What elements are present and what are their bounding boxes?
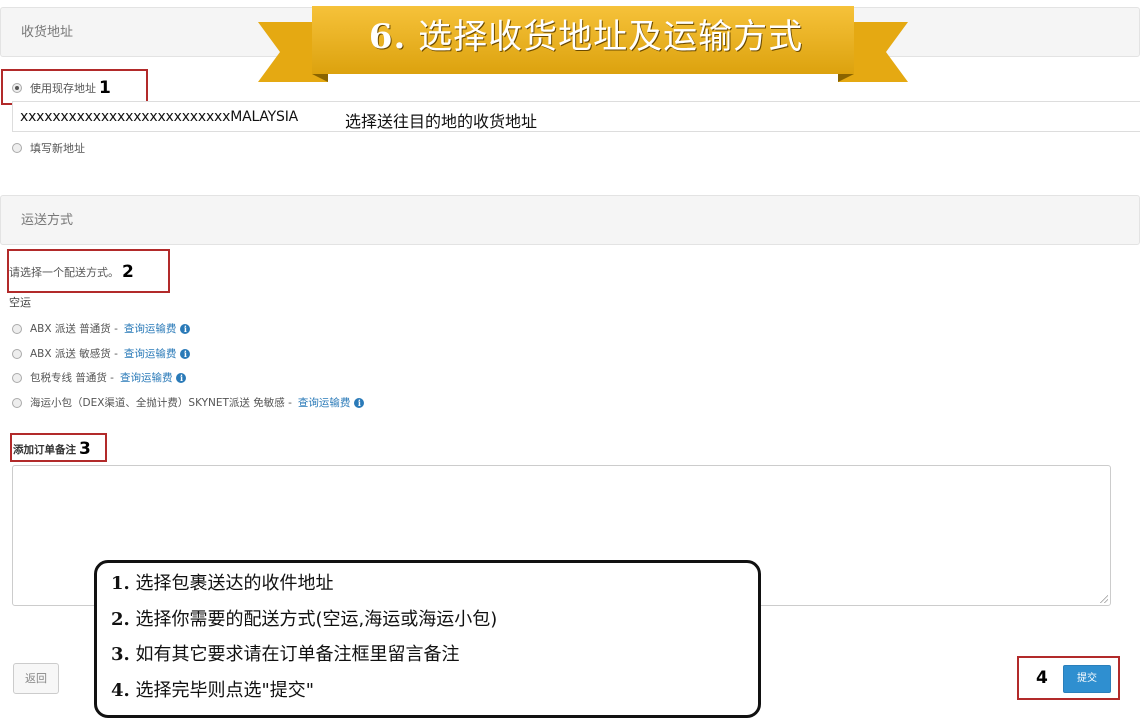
callout-number-3: 3 — [79, 439, 91, 459]
shipping-panel-title: 运送方式 — [21, 213, 74, 228]
address-hint: 选择送往目的地的收货地址 — [345, 112, 538, 131]
resize-grip-icon[interactable] — [1100, 595, 1108, 603]
instruction-number: 3. — [111, 644, 130, 665]
address-value: xxxxxxxxxxxxxxxxxxxxxxxxxxMALAYSIA — [20, 109, 299, 125]
shipping-option-radio[interactable] — [12, 323, 22, 334]
instruction-number: 2. — [111, 608, 130, 630]
shipping-fee-link[interactable]: 查询运输费 — [124, 346, 177, 361]
instruction-line: 3. 如有其它要求请在订单备注框里留言备注 — [111, 642, 758, 678]
use-existing-address-radio[interactable] — [12, 83, 22, 93]
callout-number-2: 2 — [122, 262, 134, 282]
step-number: 6. — [368, 17, 407, 57]
shipping-option-radio[interactable] — [12, 348, 22, 359]
shipping-option-radio[interactable] — [12, 372, 22, 383]
instruction-line: 4. 选择完毕则点选"提交" — [111, 678, 758, 714]
order-notes-label: 添加订单备注 — [13, 443, 76, 456]
info-icon[interactable]: i — [180, 348, 191, 359]
instruction-number: 4. — [111, 679, 130, 701]
new-address-option[interactable]: 填写新地址 — [12, 140, 85, 156]
shipping-option-abx-regular[interactable]: ABX 派送 普通货 - 查询运输费 i — [12, 321, 191, 336]
shipping-option-label: 海运小包（DEX渠道、全抛计费）SKYNET派送 免敏感 - — [30, 397, 292, 409]
step-title: 选择收货地址及运输方式 — [418, 17, 804, 57]
instruction-text: 选择包裹送达的收件地址 — [135, 573, 334, 594]
step-banner-title: 6. 选择收货地址及运输方式 — [312, 12, 860, 62]
info-icon[interactable]: i — [180, 323, 191, 334]
shipping-fee-link[interactable]: 查询运输费 — [124, 321, 177, 336]
shipping-prompt-row: 请选择一个配送方式。 2 — [9, 262, 134, 282]
back-button[interactable]: 返回 — [13, 663, 59, 694]
shipping-option-label: ABX 派送 普通货 - — [30, 323, 118, 335]
info-icon[interactable]: i — [354, 397, 365, 408]
new-address-label: 填写新地址 — [30, 142, 85, 155]
shipping-option-label: ABX 派送 敏感货 - — [30, 348, 118, 360]
shipping-option-tax-inclusive[interactable]: 包税专线 普通货 - 查询运输费 i — [12, 370, 187, 385]
shipping-option-label: 包税专线 普通货 - — [30, 372, 114, 384]
shipping-option-radio[interactable] — [12, 397, 22, 408]
instruction-box: 1. 选择包裹送达的收件地址 2. 选择你需要的配送方式(空运,海运或海运小包)… — [94, 560, 761, 718]
instruction-text: 如有其它要求请在订单备注框里留言备注 — [135, 644, 460, 665]
instruction-number: 1. — [111, 573, 130, 594]
existing-address-select[interactable]: xxxxxxxxxxxxxxxxxxxxxxxxxxMALAYSIA 选择送往目… — [12, 101, 1140, 132]
address-panel-title: 收货地址 — [21, 25, 74, 40]
use-existing-address-label: 使用现存地址 — [30, 82, 96, 95]
callout-number-4: 4 — [1036, 668, 1048, 688]
callout-number-1: 1 — [99, 78, 111, 98]
instruction-text: 选择你需要的配送方式(空运,海运或海运小包) — [135, 608, 498, 630]
new-address-radio[interactable] — [12, 143, 22, 153]
shipping-panel-header: 运送方式 — [0, 195, 1140, 245]
instruction-line: 1. 选择包裹送达的收件地址 — [111, 571, 758, 607]
step-banner: 6. 选择收货地址及运输方式 — [258, 0, 908, 86]
order-notes-label-row: 添加订单备注 3 — [13, 439, 91, 459]
instruction-line: 2. 选择你需要的配送方式(空运,海运或海运小包) — [111, 607, 758, 643]
callout-box-4: 4 提交 — [1017, 656, 1120, 700]
shipping-option-abx-sensitive[interactable]: ABX 派送 敏感货 - 查询运输费 i — [12, 346, 191, 361]
submit-button[interactable]: 提交 — [1063, 665, 1111, 693]
instruction-text: 选择完毕则点选"提交" — [135, 679, 315, 701]
shipping-group-label: 空运 — [9, 296, 31, 309]
shipping-fee-link[interactable]: 查询运输费 — [120, 370, 173, 385]
shipping-fee-link[interactable]: 查询运输费 — [298, 395, 351, 410]
info-icon[interactable]: i — [176, 372, 187, 383]
shipping-prompt: 请选择一个配送方式。 — [9, 266, 119, 279]
use-existing-address-option[interactable]: 使用现存地址 1 — [12, 78, 111, 98]
shipping-option-sea-small-parcel[interactable]: 海运小包（DEX渠道、全抛计费）SKYNET派送 免敏感 - 查询运输费 i — [12, 395, 365, 410]
